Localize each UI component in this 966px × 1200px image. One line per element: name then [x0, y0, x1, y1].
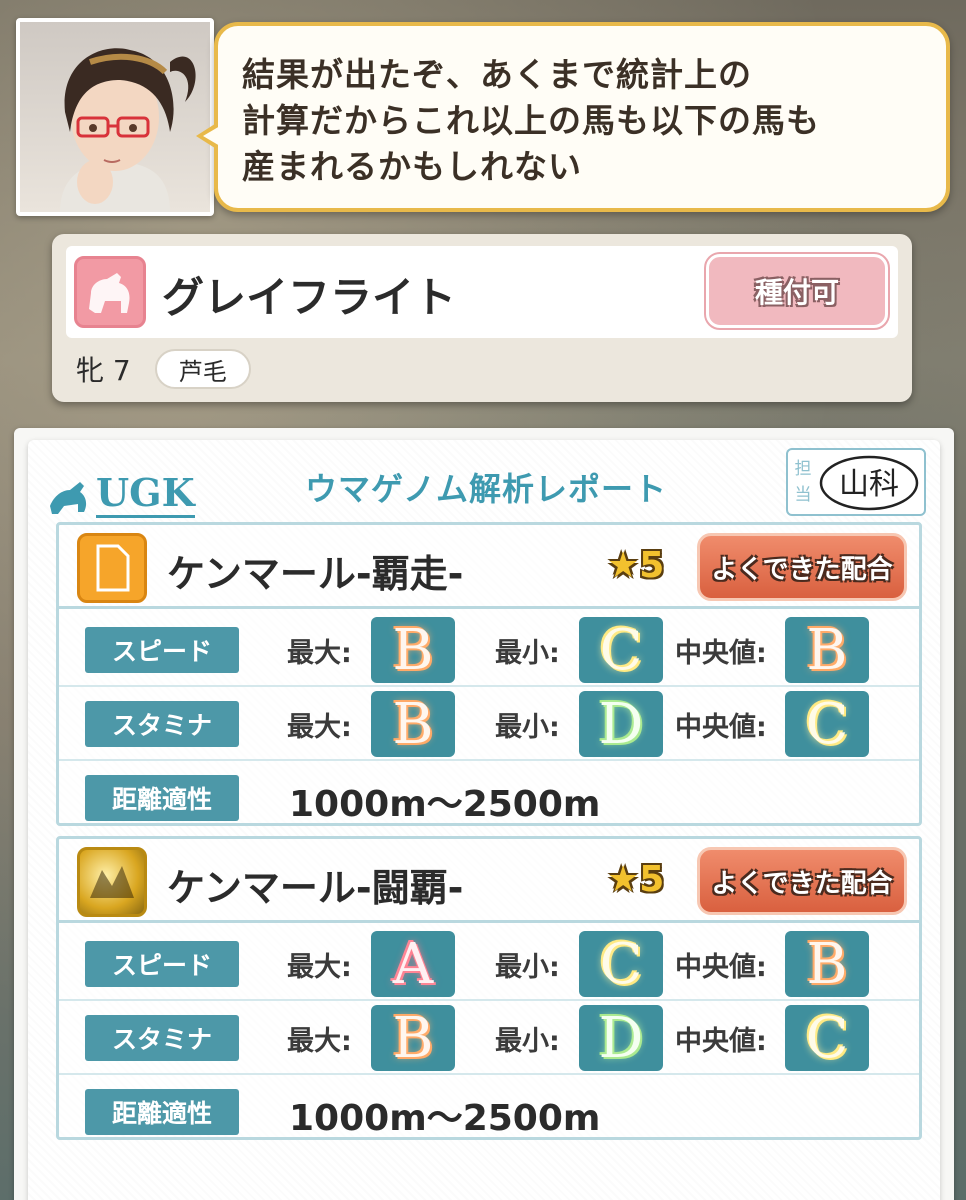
stamina-label: スタミナ — [85, 701, 239, 747]
distance-label: 距離適性 — [85, 1089, 239, 1135]
factor-panel: ケンマール-覇走- ★5 よくできた配合 スピード 最大: B 最小: C 中央… — [56, 522, 922, 826]
stamp-label: 担当 — [794, 459, 812, 505]
dialogue-line: 計算だからこれ以上の馬も以下の馬も — [242, 101, 820, 140]
stamina-max-grade: B — [371, 691, 455, 757]
distance-value: 1000m〜2500m — [289, 784, 601, 825]
speed-row: スピード 最大: B 最小: C 中央値: B — [59, 615, 919, 687]
min-label: 最小: — [495, 1026, 560, 1057]
speed-median-grade: B — [785, 617, 869, 683]
ugk-logo-text: UGK — [96, 471, 195, 518]
horse-coat-chip: 芦毛 — [154, 349, 251, 389]
character-face-icon — [60, 48, 196, 212]
factor-name: ケンマール-闘覇- — [167, 866, 464, 910]
horse-card: グレイフライト 種付可 牝 7 芦毛 — [52, 234, 912, 402]
speed-min-grade: C — [579, 617, 663, 683]
gold-factor-icon — [77, 847, 147, 917]
distance-row: 距離適性 1000m〜2500m — [59, 1077, 919, 1149]
factor-name: ケンマール-覇走- — [167, 552, 464, 596]
median-label: 中央値: — [675, 952, 767, 983]
staff-stamp: 担当 山科 — [786, 448, 926, 516]
speed-row: スピード 最大: A 最小: C 中央値: B — [59, 929, 919, 1001]
match-quality-badge: よくできた配合 — [697, 533, 907, 601]
factor-header: ケンマール-闘覇- ★5 よくできた配合 — [59, 839, 919, 923]
min-label: 最小: — [495, 638, 560, 669]
median-label: 中央値: — [675, 638, 767, 669]
max-label: 最大: — [287, 712, 352, 743]
dialogue-line: 産まれるかもしれない — [242, 147, 582, 186]
speed-min-grade: C — [579, 931, 663, 997]
dialogue-bubble[interactable]: 結果が出たぞ、あくまで統計上の 計算だからこれ以上の馬も以下の馬も 産まれるかも… — [196, 22, 950, 212]
horse-sex-age: 牝 7 — [76, 354, 131, 387]
stamina-median-grade: C — [785, 691, 869, 757]
median-label: 中央値: — [675, 1026, 767, 1057]
horse-logo-icon — [50, 482, 87, 514]
stud-available-button[interactable]: 種付可 — [704, 252, 890, 330]
factor-rating: ★5 — [607, 859, 665, 900]
horse-header: グレイフライト 種付可 — [66, 246, 898, 338]
speed-label: スピード — [85, 627, 239, 673]
factor-rating: ★5 — [607, 545, 665, 586]
factor-header: ケンマール-覇走- ★5 よくできた配合 — [59, 525, 919, 609]
distance-row: 距離適性 1000m〜2500m — [59, 763, 919, 835]
min-label: 最小: — [495, 952, 560, 983]
ugk-logo: UGK — [46, 458, 195, 518]
max-label: 最大: — [287, 1026, 352, 1057]
stamina-max-grade: B — [371, 1005, 455, 1071]
speed-label: スピード — [85, 941, 239, 987]
max-label: 最大: — [287, 638, 352, 669]
factor-panel: ケンマール-闘覇- ★5 よくできた配合 スピード 最大: A 最小: C 中央… — [56, 836, 922, 1140]
speed-max-grade: A — [371, 931, 455, 997]
distance-label: 距離適性 — [85, 775, 239, 821]
horse-info: 牝 7 芦毛 — [66, 348, 251, 390]
stamina-min-grade: D — [579, 691, 663, 757]
speed-median-grade: B — [785, 931, 869, 997]
max-label: 最大: — [287, 952, 352, 983]
character-portrait — [16, 18, 214, 216]
stamina-median-grade: C — [785, 1005, 869, 1071]
stamp-signature: 山科 — [839, 467, 899, 502]
speed-max-grade: B — [371, 617, 455, 683]
match-quality-badge: よくできた配合 — [697, 847, 907, 915]
stamina-row: スタミナ 最大: B 最小: D 中央値: C — [59, 689, 919, 761]
horse-name: グレイフライト — [162, 273, 457, 322]
signature-stamp-icon: 山科 — [819, 455, 919, 511]
min-label: 最小: — [495, 712, 560, 743]
stamina-min-grade: D — [579, 1005, 663, 1071]
document-icon — [77, 533, 147, 603]
median-label: 中央値: — [675, 712, 767, 743]
horse-icon — [74, 256, 146, 328]
stamina-row: スタミナ 最大: B 最小: D 中央値: C — [59, 1003, 919, 1075]
stamina-label: スタミナ — [85, 1015, 239, 1061]
distance-value: 1000m〜2500m — [289, 1098, 601, 1139]
dialogue-line: 結果が出たぞ、あくまで統計上の — [242, 55, 752, 94]
report-title: ウマゲノム解析レポート — [305, 470, 668, 508]
